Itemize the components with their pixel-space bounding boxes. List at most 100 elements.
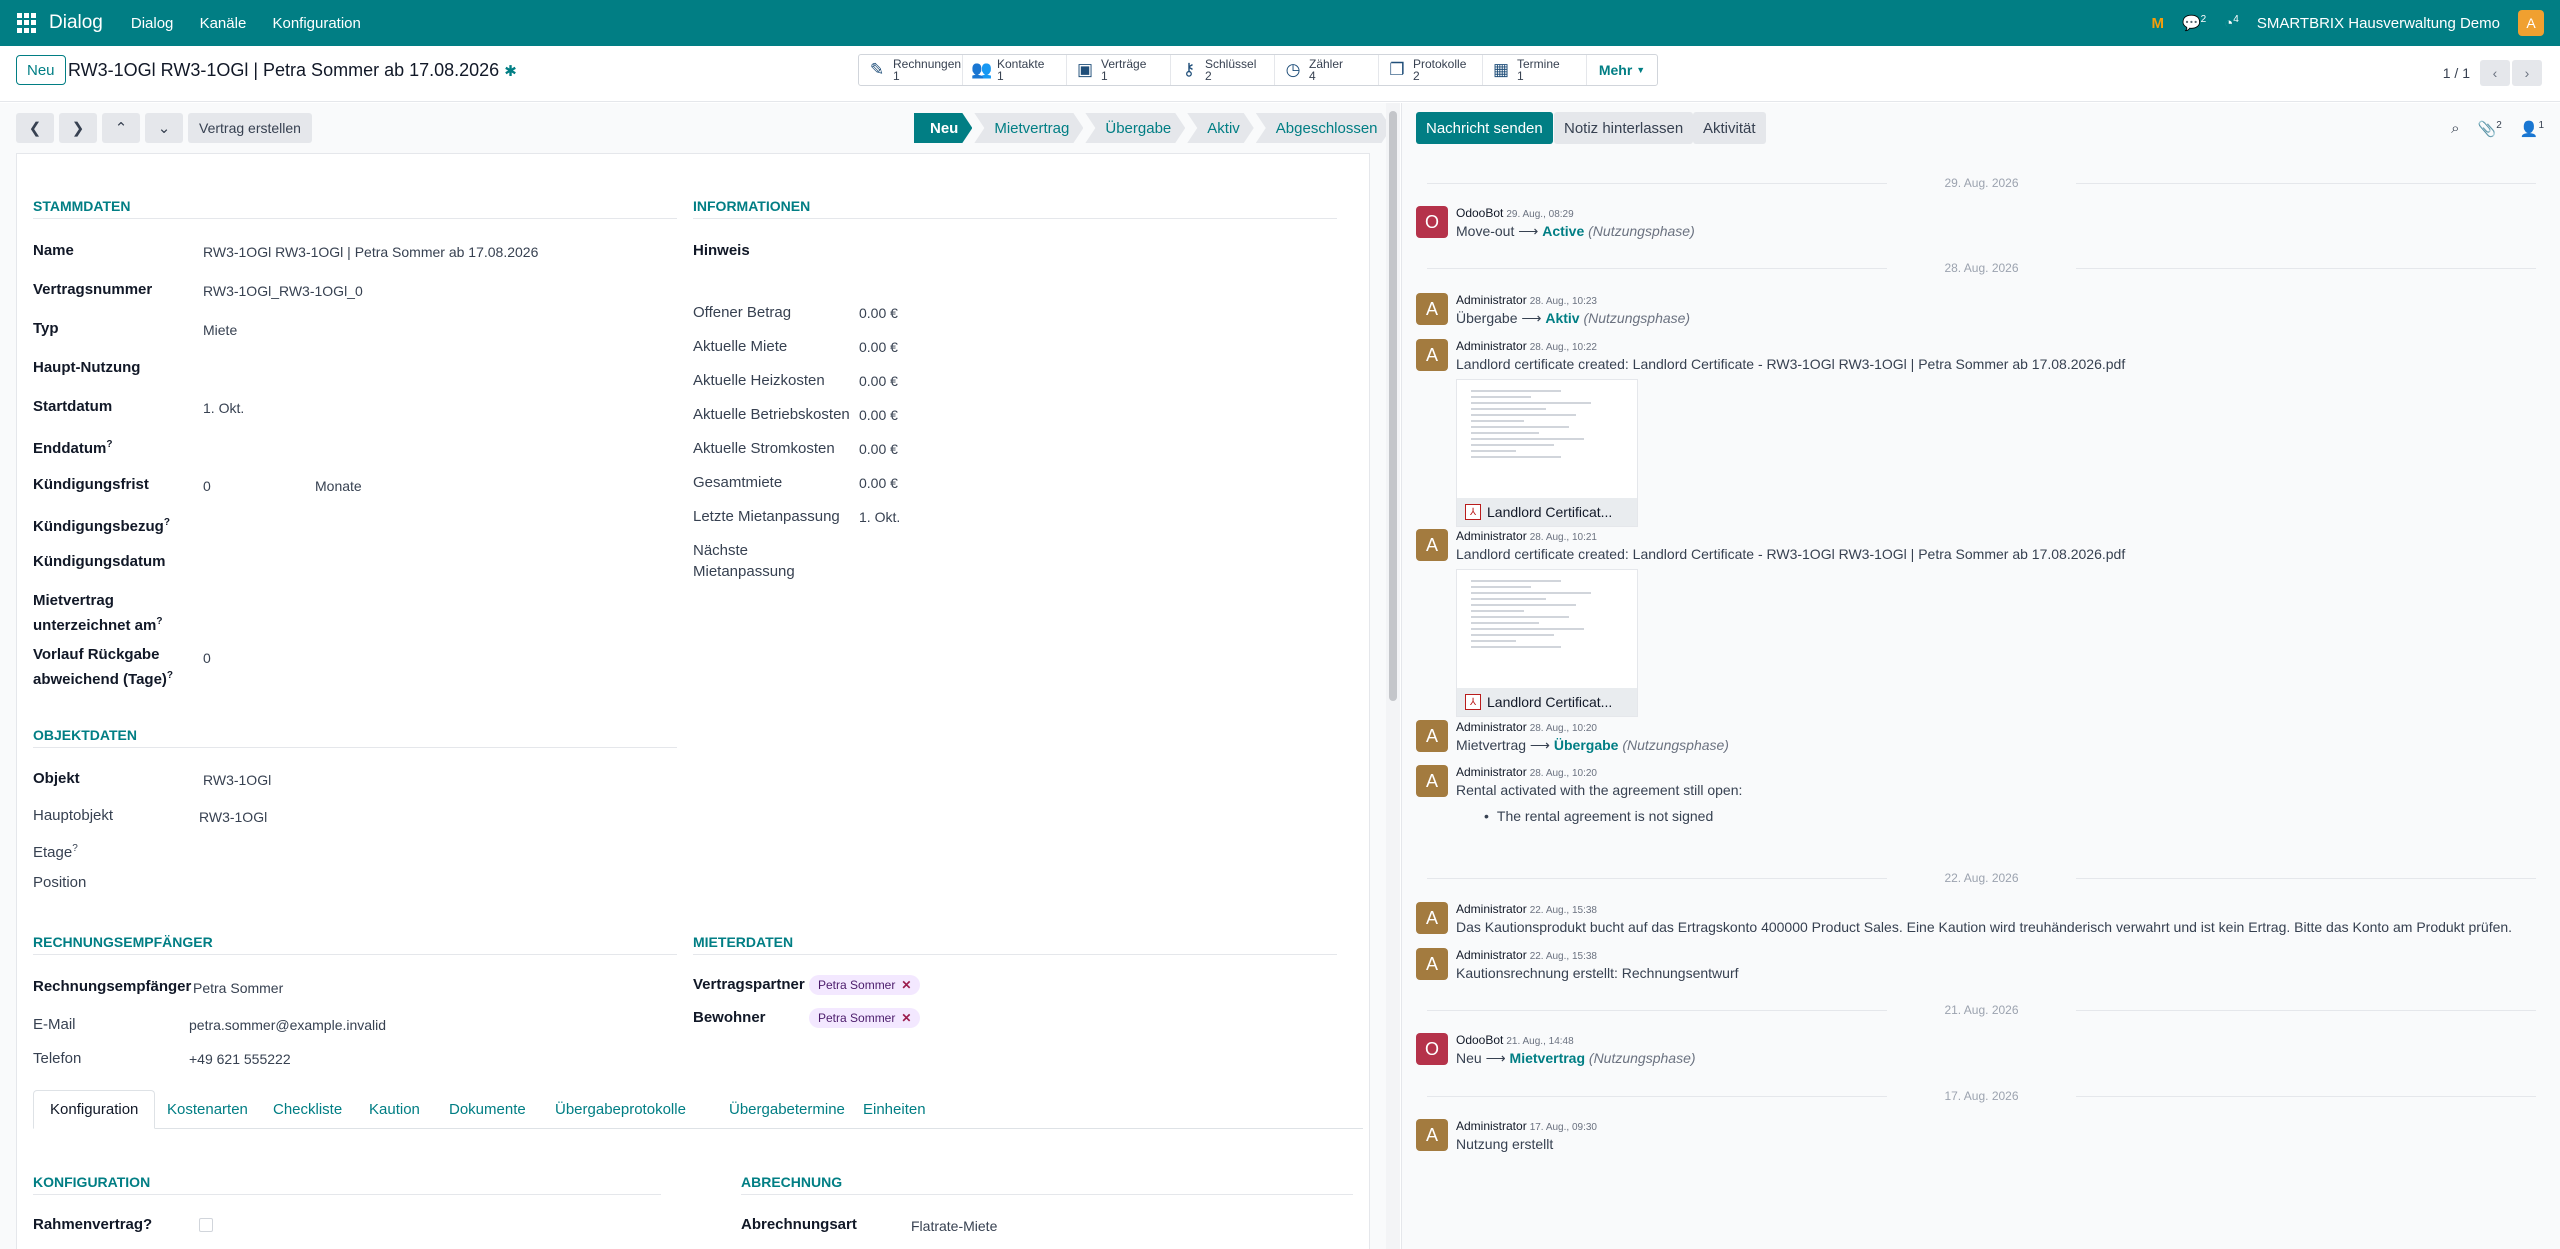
tracking-old-value: Übergabe [1456, 310, 1518, 326]
smart-button-kontakte[interactable]: 👥 Kontakte 1 [963, 55, 1067, 85]
smart-button-vertraege[interactable]: ▣ Verträge 1 [1067, 55, 1171, 85]
field-hauptobjekt: RW3-1OGl [199, 809, 268, 825]
app-name[interactable]: Dialog [49, 12, 103, 34]
log-note-button[interactable]: Notiz hinterlassen [1554, 112, 1694, 144]
help-icon[interactable]: ? [106, 439, 112, 450]
form-scrollbar[interactable] [1386, 103, 1400, 1249]
status-bar: Neu Mietvertrag Übergabe Aktiv Abgeschlo… [914, 113, 1386, 143]
message-author[interactable]: Administrator [1456, 1119, 1527, 1133]
tag-vertragspartner[interactable]: Petra Sommer ✕ [809, 975, 921, 995]
avatar[interactable]: A [1416, 720, 1448, 752]
tab-uebergabeprotokolle[interactable]: Übergabeprotokolle [539, 1090, 702, 1129]
tab-kaution[interactable]: Kaution [353, 1090, 436, 1129]
company-name[interactable]: SMARTBRIX Hausverwaltung Demo [2257, 15, 2500, 32]
message-author[interactable]: Administrator [1456, 720, 1527, 734]
field-kuendigungsfrist-unit[interactable]: Monate [315, 478, 362, 494]
avatar[interactable]: A [1416, 902, 1448, 934]
move-up-button[interactable]: ⌃ [102, 113, 140, 143]
pdf-attachment[interactable]: ⅄ Landlord Certificat... [1456, 379, 1638, 527]
odoo-m-icon[interactable]: M [2151, 15, 2164, 32]
smart-button-protokolle[interactable]: ❐ Protokolle 2 [1379, 55, 1483, 85]
message-author[interactable]: OdooBot [1456, 206, 1503, 220]
user-avatar[interactable]: A [2518, 10, 2544, 36]
tab-checkliste[interactable]: Checkliste [257, 1090, 358, 1129]
menu-kanaele[interactable]: Kanäle [200, 15, 247, 32]
tab-uebergabetermine[interactable]: Übergabetermine [713, 1090, 861, 1129]
message-author[interactable]: Administrator [1456, 339, 1527, 353]
send-message-button[interactable]: Nachricht senden [1416, 112, 1553, 144]
activity-button[interactable]: Aktivität [1693, 112, 1766, 144]
prev-record-button[interactable]: ❮ [16, 113, 54, 143]
avatar[interactable]: O [1416, 1033, 1448, 1065]
help-icon[interactable]: ? [72, 843, 78, 854]
label-kuendigungsfrist: Kündigungsfrist [33, 476, 149, 493]
move-down-button[interactable]: ⌄ [145, 113, 183, 143]
scrollbar-thumb[interactable] [1389, 111, 1397, 701]
message-author[interactable]: Administrator [1456, 765, 1527, 779]
menu-dialog[interactable]: Dialog [131, 15, 174, 32]
stage-abgeschlossen[interactable]: Abgeschlossen [1256, 113, 1386, 143]
create-contract-button[interactable]: Vertrag erstellen [188, 113, 312, 143]
smart-button-termine[interactable]: ▦ Termine 1 [1483, 55, 1587, 85]
tab-dokumente[interactable]: Dokumente [433, 1090, 542, 1129]
activity-icon[interactable]: ◔4 [2224, 14, 2239, 32]
tab-einheiten[interactable]: Einheiten [847, 1090, 942, 1129]
avatar[interactable]: A [1416, 1119, 1448, 1151]
avatar[interactable]: A [1416, 529, 1448, 561]
field-abrechnungsart[interactable]: Flatrate-Miete [911, 1218, 997, 1234]
tag-bewohner[interactable]: Petra Sommer ✕ [809, 1008, 921, 1028]
field-vorlauf[interactable]: 0 [203, 650, 211, 666]
field-kuendigungsfrist[interactable]: 0 [203, 478, 211, 494]
field-vertragsnummer[interactable]: RW3-1OGl_RW3-1OGl_0 [203, 283, 363, 299]
avatar[interactable]: A [1416, 948, 1448, 980]
remove-tag-icon[interactable]: ✕ [901, 1011, 911, 1025]
help-icon[interactable]: ? [164, 517, 170, 528]
smart-button-zaehler[interactable]: ◷ Zähler 4 [1275, 55, 1379, 85]
gear-icon[interactable]: ✱ [504, 63, 517, 80]
avatar[interactable]: A [1416, 293, 1448, 325]
follower-icon[interactable]: 👤1 [2520, 120, 2544, 138]
field-startdatum[interactable]: 1. Okt. [203, 400, 244, 416]
pager-prev-button[interactable]: ‹ [2480, 60, 2510, 86]
help-icon[interactable]: ? [156, 616, 162, 627]
search-icon[interactable]: ⌕ [2451, 120, 2459, 138]
smart-button-rechnungen[interactable]: ✎ Rechnungen 1 [859, 55, 963, 85]
avatar[interactable]: A [1416, 765, 1448, 797]
message-author[interactable]: OdooBot [1456, 1033, 1503, 1047]
message-author[interactable]: Administrator [1456, 902, 1527, 916]
rahmenvertrag-checkbox[interactable] [199, 1218, 213, 1232]
pdf-attachment[interactable]: ⅄ Landlord Certificat... [1456, 569, 1638, 717]
pager-next-button[interactable]: › [2512, 60, 2542, 86]
message-author[interactable]: Administrator [1456, 293, 1527, 307]
message-author[interactable]: Administrator [1456, 948, 1527, 962]
next-record-button[interactable]: ❯ [59, 113, 97, 143]
new-button[interactable]: Neu [16, 55, 66, 85]
menu-konfiguration[interactable]: Konfiguration [272, 15, 360, 32]
pdf-icon: ⅄ [1465, 504, 1481, 520]
field-typ[interactable]: Miete [203, 322, 237, 338]
message-author[interactable]: Administrator [1456, 529, 1527, 543]
field-rechnungsempfaenger[interactable]: Petra Sommer [193, 980, 283, 996]
paperclip-icon[interactable]: 📎2 [2478, 120, 2502, 138]
stage-aktiv[interactable]: Aktiv [1187, 113, 1254, 143]
stage-mietvertrag[interactable]: Mietvertrag [974, 113, 1083, 143]
remove-tag-icon[interactable]: ✕ [901, 978, 911, 992]
date-separator: 17. Aug. 2026 [1402, 1089, 2560, 1103]
smart-button-schluessel[interactable]: ⚷ Schlüssel 2 [1171, 55, 1275, 85]
avatar[interactable]: O [1416, 206, 1448, 238]
app-menu-icon[interactable] [17, 13, 37, 33]
field-objekt[interactable]: RW3-1OGl [203, 772, 271, 788]
label-hauptobjekt: Hauptobjekt [33, 807, 114, 824]
avatar[interactable]: A [1416, 339, 1448, 371]
chat-icon[interactable]: 💬2 [2182, 14, 2206, 32]
pager-value[interactable]: 1 / 1 [2443, 65, 2470, 81]
stage-neu[interactable]: Neu [914, 113, 972, 143]
stage-uebergabe[interactable]: Übergabe [1085, 113, 1185, 143]
smart-label: Protokolle [1413, 57, 1467, 71]
tab-konfiguration[interactable]: Konfiguration [33, 1090, 156, 1129]
more-button[interactable]: Mehr ▼ [1587, 55, 1657, 85]
field-name[interactable]: RW3-1OGl RW3-1OGl | Petra Sommer ab 17.0… [203, 244, 538, 260]
label-aktuelle-miete: Aktuelle Miete [693, 338, 788, 355]
tab-kostenarten[interactable]: Kostenarten [151, 1090, 264, 1129]
help-icon[interactable]: ? [167, 670, 173, 681]
